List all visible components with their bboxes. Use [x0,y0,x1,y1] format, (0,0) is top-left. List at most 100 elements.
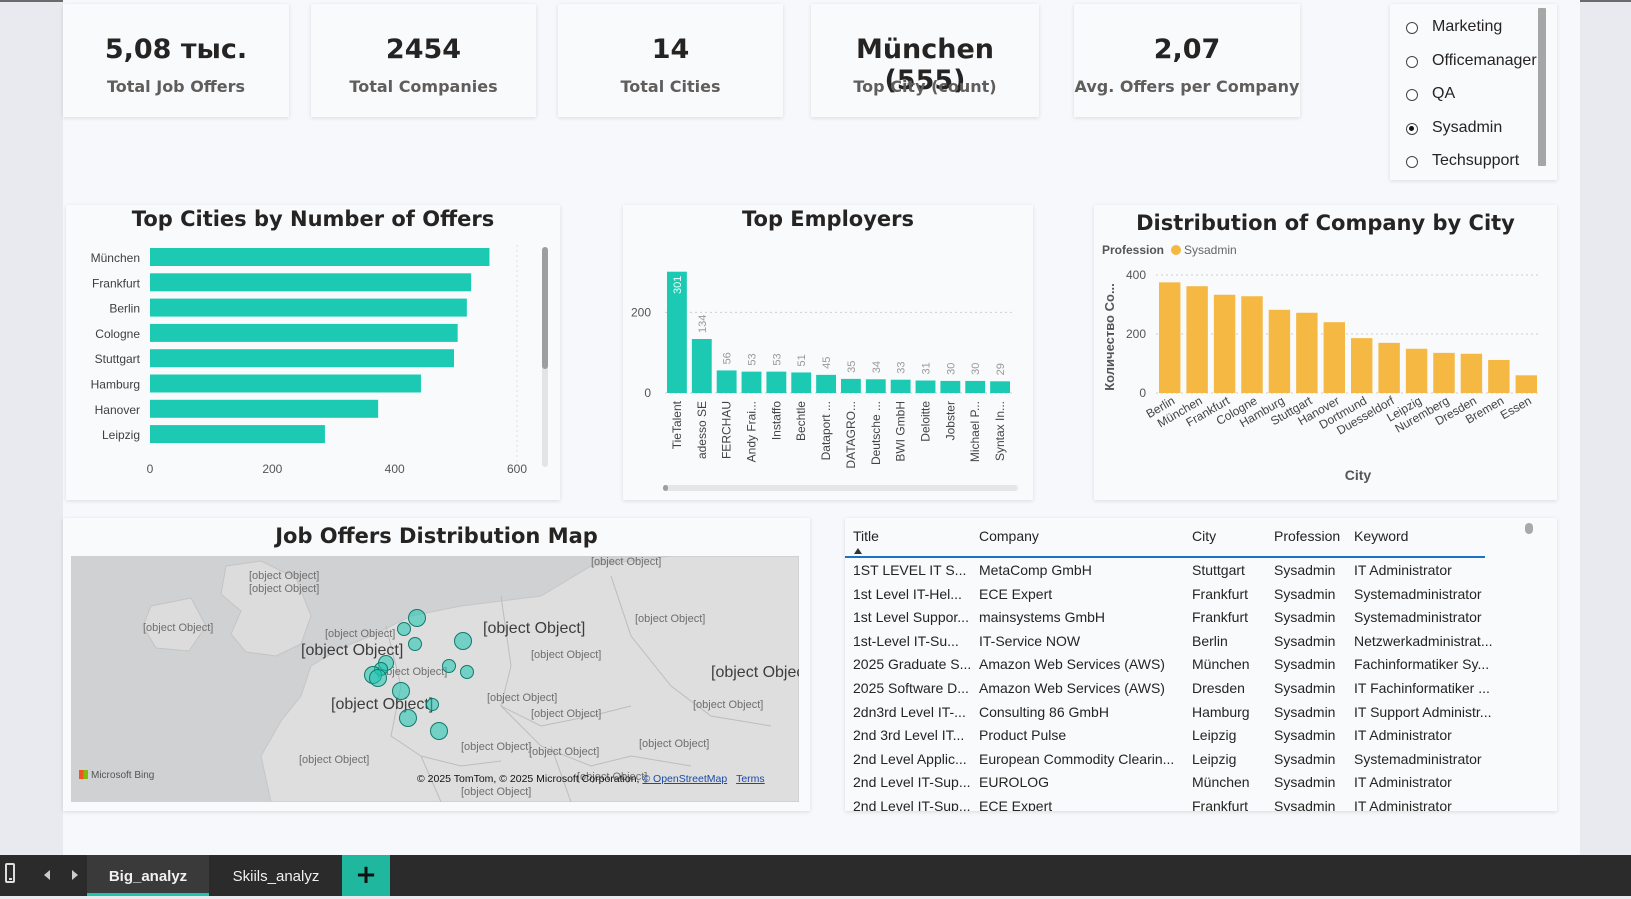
bar[interactable] [965,380,986,393]
tab-big-analyz[interactable]: Big_analyz [87,855,209,896]
column-header-title[interactable]: Title [853,528,973,554]
bar[interactable] [1296,312,1318,393]
bar[interactable] [150,374,421,393]
map-bubble[interactable] [430,722,448,740]
radio-icon[interactable] [1406,156,1418,168]
table-row[interactable]: 1st-Level IT-Su... IT-Service NOW Berlin Sy… [845,630,1505,653]
map-bubble[interactable] [454,632,472,650]
table-row[interactable]: 2dn3rd Level IT-... Consulting 86 GmbH Ham… [845,701,1505,724]
osm-link[interactable]: © OpenStreetMap [642,773,727,785]
bar[interactable] [150,399,379,418]
map-bubble[interactable] [408,637,422,651]
kpi-total-cities[interactable]: 14 Total Cities [558,4,783,117]
column-header-profession[interactable]: Profession [1274,528,1352,554]
table-row[interactable]: 2nd Level IT-Sup... EUROLOG München Sysadmi… [845,771,1505,794]
table-row[interactable]: 1st Level Suppor... mainsystems GmbH Frank… [845,606,1505,629]
bar[interactable] [766,371,787,393]
add-page-button[interactable]: + [342,855,390,896]
chart-scrollbar-thumb[interactable] [542,247,548,369]
column-header-company[interactable]: Company [979,528,1184,554]
bar[interactable] [915,380,936,393]
table-cell: Systemadministrator [1354,585,1482,602]
bar[interactable] [1213,294,1236,393]
tab-skiils-analyz[interactable]: Skiils_analyz [212,855,340,896]
map-bubble[interactable] [369,669,387,687]
map-bubble[interactable] [397,622,411,636]
table-row[interactable]: 1st Level IT-Hel... ECE Expert Frankfurt Sy… [845,583,1505,606]
radio-icon[interactable] [1406,22,1418,34]
bar[interactable] [1515,375,1537,393]
column-header-city[interactable]: City [1192,528,1270,554]
top-cities-chart[interactable]: Top Cities by Number of Offers München Fr… [66,205,560,500]
job-offers-table-visual[interactable]: Title Company City Profession Keyword 1ST LE… [845,518,1557,811]
bar[interactable] [1433,352,1455,393]
map-bubble[interactable] [392,682,410,700]
category-label: Hamburg [91,378,140,392]
table-row[interactable]: 2025 Software D... Amazon Web Services (A… [845,677,1505,700]
kpi-total-job-offers[interactable]: 5,08 тыс. Total Job Offers [63,4,289,117]
bar[interactable] [150,425,325,444]
job-offers-map-visual[interactable]: Job Offers Distribution Map [object Obje… [63,518,810,811]
table-cell: 2025 Software D... [853,680,969,696]
kpi-label: Total Companies [349,77,498,96]
top-employers-chart[interactable]: Top Employers 0 200 301 TieTalent 134 adesso … [623,205,1033,500]
bar[interactable] [1268,309,1291,393]
bar[interactable] [1159,282,1181,393]
bar[interactable] [1488,359,1510,393]
bar[interactable] [1351,338,1373,393]
kpi-avg-offers[interactable]: 2,07 Avg. Offers per Company [1074,4,1300,117]
map-canvas[interactable]: [object Object] [object Object] [object Ob… [71,556,799,802]
table-row[interactable]: 2025 Graduate S... Amazon Web Services (A… [845,653,1505,676]
bar[interactable] [150,349,454,368]
bar[interactable] [1460,353,1483,393]
map-bubble[interactable] [460,665,474,679]
slicer-scrollbar[interactable] [1538,8,1546,166]
radio-icon[interactable] [1406,89,1418,101]
map-place-label: [object Object] [461,741,532,753]
bar[interactable] [150,323,458,342]
bar[interactable] [150,248,490,266]
bar[interactable] [150,273,472,292]
bar[interactable] [841,378,861,393]
radio-icon[interactable] [1406,55,1418,68]
mobile-layout-icon[interactable] [5,863,15,883]
kpi-total-companies[interactable]: 2454 Total Companies [311,4,536,117]
next-page-icon[interactable] [72,870,78,880]
bar[interactable] [865,379,886,393]
bar[interactable] [816,374,836,393]
category-label: München [91,251,140,265]
chart-hscroll-thumb[interactable] [663,485,668,491]
table-row[interactable]: 1ST LEVEL IT S... MetaComp GmbH Stuttgart S… [845,559,1505,582]
bar[interactable] [1323,322,1345,393]
table-row[interactable]: 2nd 3rd Level IT... Product Pulse Leipzig S… [845,724,1505,747]
bar[interactable] [1378,342,1400,393]
table-scrollbar-thumb[interactable] [1525,523,1533,534]
map-bubble[interactable] [399,709,417,727]
bar[interactable] [1405,348,1428,393]
radio-icon[interactable] [1406,122,1418,135]
bar[interactable] [890,379,911,393]
bar[interactable] [1241,296,1263,393]
bar[interactable] [150,298,467,317]
bar[interactable] [716,370,737,393]
table-row[interactable]: 2nd Level IT-Sup... ECE Expert Frankfurt Sy… [845,795,1505,811]
bar[interactable] [990,381,1010,393]
bar[interactable] [741,371,762,393]
chart-scrollbar-track[interactable] [542,247,548,467]
map-bubble[interactable] [408,609,426,627]
bar[interactable] [691,338,712,393]
profession-slicer[interactable]: Marketing Officemanager QA Sysadmin Techsupp… [1390,4,1557,180]
map-bubble[interactable] [425,697,439,711]
sort-ascending-icon[interactable] [854,548,862,554]
bar[interactable] [1186,286,1208,393]
prev-page-icon[interactable] [44,870,50,880]
map-bubble[interactable] [442,659,456,673]
chart-hscroll-track[interactable] [663,485,1018,491]
table-row[interactable]: 2nd Level Applic... European Commodity Cl… [845,748,1505,771]
company-by-city-chart[interactable]: Distribution of Company by City Professi… [1094,205,1557,500]
bar[interactable] [940,380,961,393]
bar[interactable] [791,372,812,393]
terms-link[interactable]: Terms [736,773,765,785]
column-header-keyword[interactable]: Keyword [1354,528,1504,554]
kpi-top-city[interactable]: München (555) Top City (count) [811,4,1039,117]
